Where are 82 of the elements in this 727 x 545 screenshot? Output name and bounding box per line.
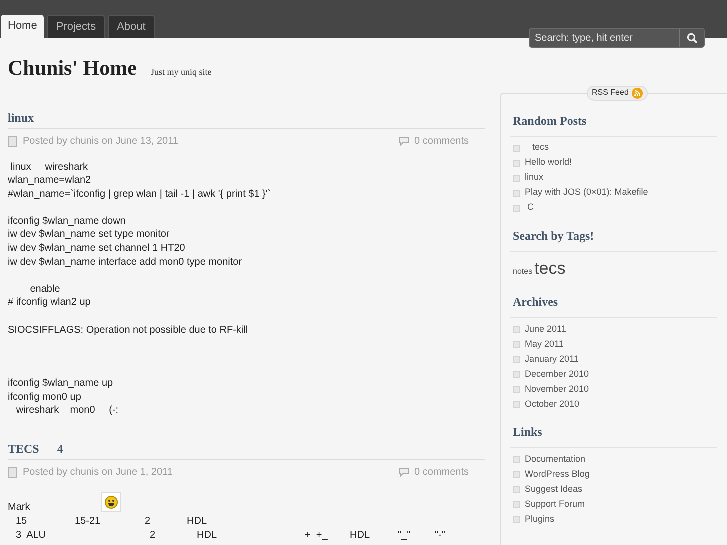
sidebar-link[interactable]: May 2011 bbox=[525, 338, 564, 352]
sidebar-link[interactable]: October 2010 bbox=[525, 398, 580, 412]
site-title: Chunis' Home bbox=[8, 55, 137, 82]
sidebar-link[interactable]: tecs bbox=[525, 141, 550, 155]
table-text: HDL bbox=[197, 530, 218, 541]
bullet-icon bbox=[513, 341, 520, 348]
bullet-icon bbox=[513, 371, 520, 378]
bullet-icon bbox=[513, 516, 520, 523]
sidebar-link[interactable]: Suggest Ideas bbox=[525, 482, 583, 496]
post-text-line: SIOCSIFFLAGS: Operation not possible due to RF-kill bbox=[8, 324, 248, 338]
widget-title: Search by Tags! bbox=[510, 226, 717, 252]
nav-tab[interactable]: About bbox=[108, 15, 155, 38]
sidebar-link[interactable]: Documentation bbox=[525, 452, 586, 466]
post-text-line: ifconfig $wlan_name down bbox=[8, 214, 126, 228]
smiley-icon bbox=[101, 492, 122, 512]
post-text-line: iw dev $wlan_name set channel 1 HT20 bbox=[8, 242, 186, 256]
comment-icon bbox=[398, 468, 410, 477]
bullet-icon bbox=[513, 356, 520, 363]
sidebar-link[interactable]: December 2010 bbox=[525, 368, 590, 382]
widget-title: Archives bbox=[510, 293, 717, 318]
post-text: Mark bbox=[8, 501, 30, 515]
rss-icon bbox=[632, 88, 643, 98]
bullet-icon bbox=[513, 326, 520, 333]
table-text: 2 bbox=[150, 530, 156, 541]
table-text: HDL bbox=[350, 530, 370, 541]
nav-tab[interactable]: Projects bbox=[47, 15, 106, 38]
bullet-icon bbox=[513, 456, 520, 463]
tag-link[interactable]: tecs bbox=[534, 256, 566, 281]
post-text-line: ifconfig mon0 up bbox=[8, 390, 82, 404]
document-icon bbox=[8, 467, 17, 478]
sidebar-link[interactable]: C bbox=[525, 201, 534, 215]
sidebar-link[interactable]: WordPress Blog bbox=[525, 468, 590, 482]
site-tagline: Just my uniq site bbox=[150, 66, 212, 79]
bullet-icon bbox=[513, 471, 520, 478]
bullet-icon bbox=[513, 401, 520, 408]
post-text-line: linux wireshark bbox=[10, 160, 88, 174]
post-text-line: #wlan_name=`ifconfig | grep wlan | tail -1 | awk '{ print $1 }'` bbox=[8, 188, 272, 202]
search-bar[interactable]: Search: type, hit enter bbox=[529, 28, 705, 48]
table-text: HDL bbox=[187, 516, 208, 527]
sidebar-link[interactable]: Plugins bbox=[525, 512, 555, 526]
post-text-line: iw dev $wlan_name set type monitor bbox=[8, 228, 170, 242]
post-text-line: ifconfig $wlan_name up bbox=[8, 377, 114, 391]
post-text-line: enable bbox=[29, 282, 60, 296]
widget-title: Links bbox=[510, 423, 717, 448]
sidebar-link[interactable]: January 2011 bbox=[525, 352, 579, 366]
sidebar-link[interactable]: June 2011 bbox=[525, 322, 566, 336]
comment-icon bbox=[398, 136, 410, 146]
bullet-icon bbox=[513, 501, 520, 508]
post-meta: Posted by chunis on June 13, 2011 bbox=[23, 134, 178, 148]
post-title[interactable]: linux bbox=[8, 108, 485, 126]
bullet-icon bbox=[513, 386, 520, 393]
table-text: + +_ bbox=[305, 530, 328, 541]
sidebar-link[interactable]: linux bbox=[525, 171, 544, 185]
post-text-line: # ifconfig wlan2 up bbox=[8, 296, 91, 310]
bullet-icon bbox=[513, 204, 520, 212]
bullet-icon bbox=[513, 160, 520, 166]
search-icon bbox=[686, 32, 698, 44]
bullet-icon bbox=[513, 190, 520, 196]
bullet-icon bbox=[513, 144, 520, 152]
sidebar-link[interactable]: Hello world! bbox=[525, 156, 572, 170]
post-meta: Posted by chunis on June 1, 2011 bbox=[23, 466, 173, 480]
post-text-line: wlan_name=wlan2 bbox=[8, 174, 92, 188]
bullet-icon bbox=[513, 174, 520, 182]
table-text: 15-21 bbox=[75, 516, 101, 527]
post-title[interactable]: TECS 4 bbox=[8, 440, 485, 458]
table-text: 15 bbox=[16, 516, 28, 527]
sidebar-link[interactable]: Support Forum bbox=[525, 498, 586, 512]
bullet-icon bbox=[513, 486, 520, 493]
search-field[interactable]: Search: type, hit enter bbox=[530, 29, 679, 47]
post-text-line: iw dev $wlan_name interface add mon0 type monitor bbox=[8, 256, 242, 270]
table-text: "-" bbox=[435, 530, 446, 541]
rss-feed-link[interactable]: RSS Feed bbox=[587, 86, 648, 100]
table-text: "_" bbox=[398, 530, 411, 541]
table-text: 3 ALU bbox=[16, 530, 46, 541]
table-text: 2 bbox=[145, 516, 151, 527]
sidebar-link[interactable]: Play with JOS (0×01): Makefile bbox=[525, 186, 648, 200]
document-icon bbox=[8, 136, 17, 146]
widget-title: Random Posts bbox=[510, 112, 717, 136]
tag-link[interactable]: notes bbox=[513, 266, 533, 278]
post-text-line: wireshark mon0 (-: bbox=[15, 404, 119, 418]
nav-tab[interactable]: Home bbox=[1, 15, 44, 38]
sidebar-link[interactable]: November 2010 bbox=[525, 382, 590, 396]
